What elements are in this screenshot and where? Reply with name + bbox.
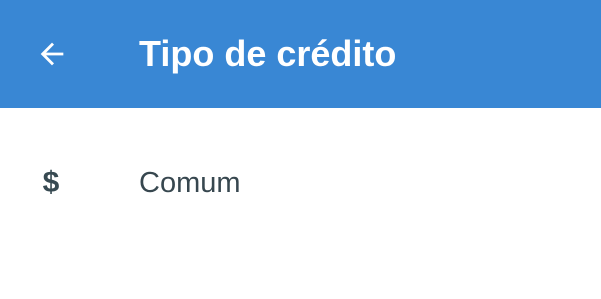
back-button[interactable] (22, 24, 82, 84)
page-title: Tipo de crédito (139, 33, 397, 74)
credit-type-label: Comum (139, 167, 241, 199)
arrow-left-icon (40, 42, 64, 66)
dollar-icon: $ (42, 166, 60, 199)
app-bar: Tipo de crédito (0, 0, 601, 108)
credit-type-list: $ Comum (0, 108, 601, 258)
credit-type-item-comum[interactable]: $ Comum (0, 108, 601, 258)
